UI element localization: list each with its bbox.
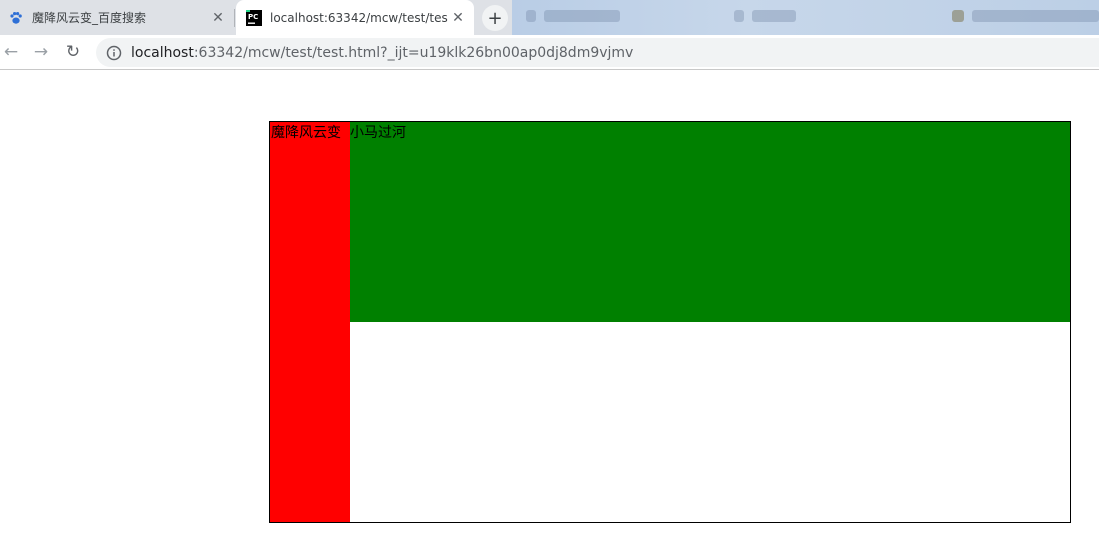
address-bar[interactable]: localhost:63342/mcw/test/test.html?_ijt=… [96,38,1099,67]
browser-toolbar: ← → ↻ localhost:63342/mcw/test/test.html… [0,35,1099,70]
reload-button[interactable]: ↻ [62,41,84,63]
blurred-tab-text [544,10,620,22]
new-tab-button[interactable]: + [482,5,508,31]
left-column: 魔降风云变 [270,122,350,522]
close-tab-icon[interactable]: ✕ [448,8,468,28]
info-icon[interactable] [106,45,122,61]
left-column-text: 魔降风云变 [271,125,341,141]
page-viewport: 魔降风云变 小马过河 [0,71,1099,539]
back-button[interactable]: ← [0,41,22,63]
baidu-paw-icon [8,10,24,26]
right-column-text: 小马过河 [350,125,406,141]
blurred-tab-text [972,10,1099,22]
close-tab-icon[interactable]: ✕ [208,8,228,28]
blurred-favicon [952,10,964,22]
blurred-favicon [734,10,744,22]
url-host: localhost [131,44,194,61]
forward-button[interactable]: → [30,41,52,63]
tab-localhost[interactable]: PC localhost:63342/mcw/test/test ✕ [236,0,474,35]
tab-strip: 魔降风云变_百度搜索 ✕ PC localhost:63342/mcw/test… [0,0,1099,35]
tab-baidu-search[interactable]: 魔降风云变_百度搜索 ✕ [0,0,234,35]
blurred-favicon [526,10,536,22]
tab-title: 魔降风云变_百度搜索 [32,11,147,25]
pycharm-icon: PC [246,9,262,26]
svg-text:PC: PC [248,13,258,21]
blurred-tabs [512,0,1099,35]
blurred-tab-text [752,10,796,22]
tab-separator [234,9,235,27]
outer-container: 魔降风云变 小马过河 [269,121,1071,523]
url-path: :63342/mcw/test/test.html?_ijt=u19klk26b… [193,44,634,61]
right-column: 小马过河 [350,122,1070,322]
tab-title: localhost:63342/mcw/test/test [270,10,448,25]
